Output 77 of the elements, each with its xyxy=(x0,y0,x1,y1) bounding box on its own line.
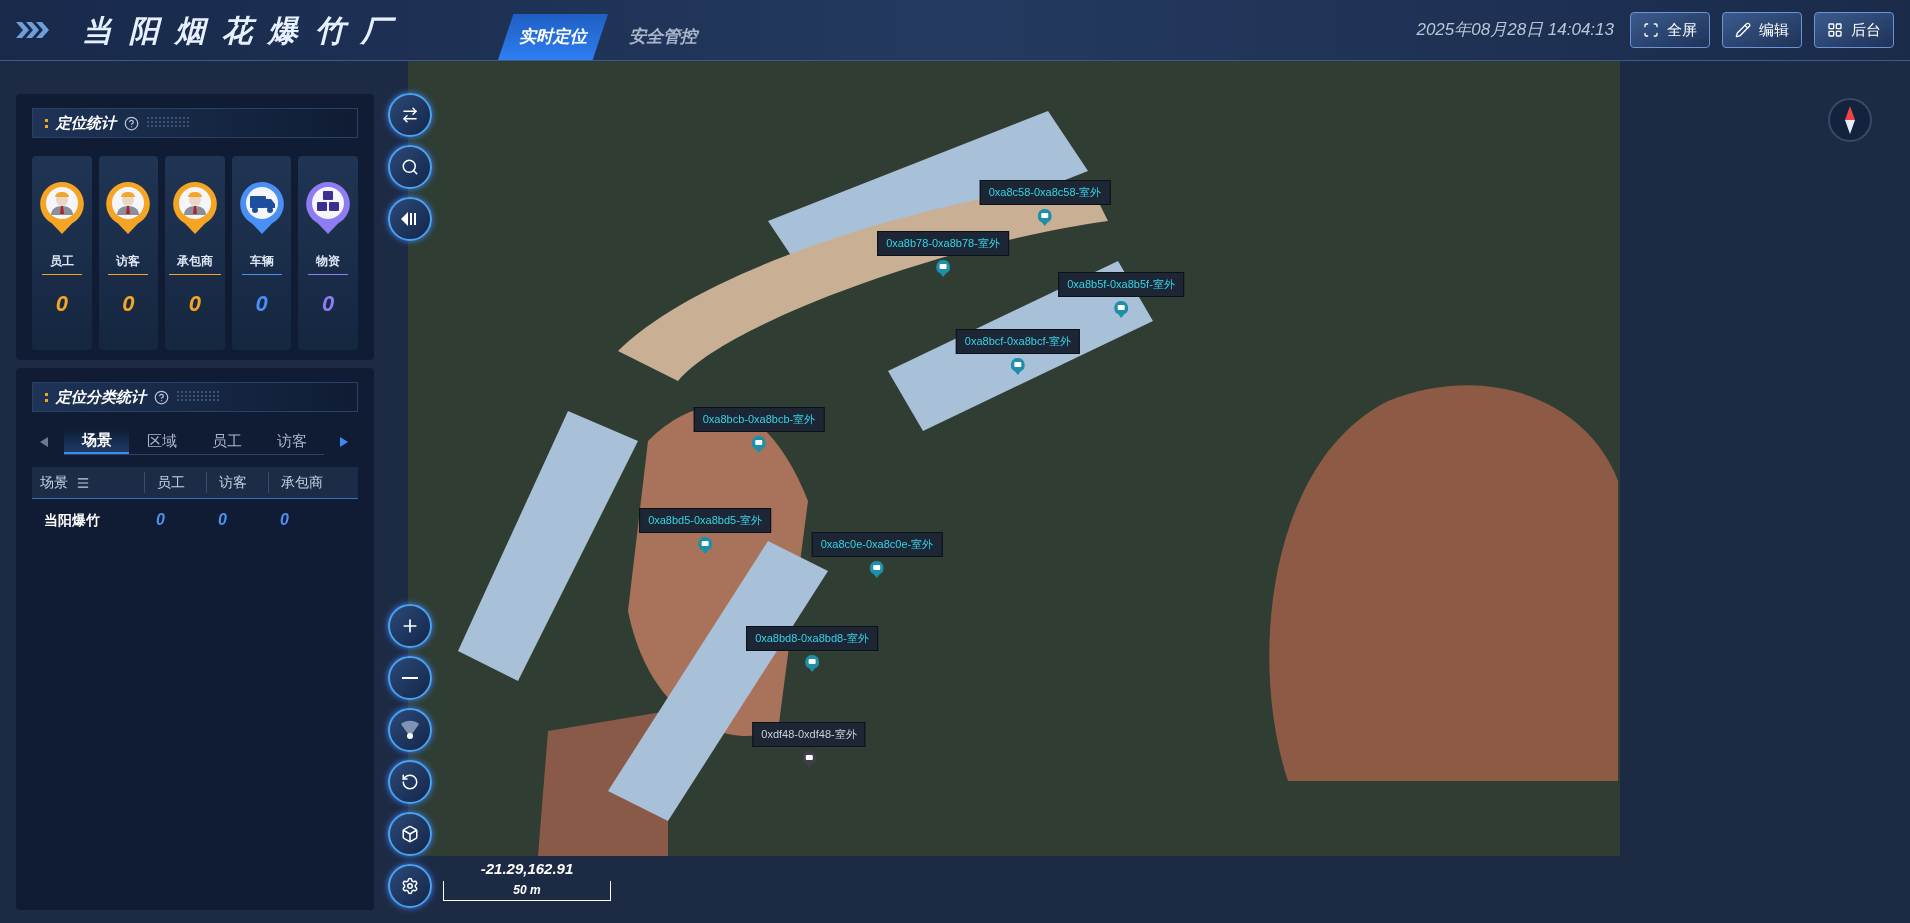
section-title: 定位统计 xyxy=(56,112,116,133)
nav-tab[interactable]: 实时定位 xyxy=(498,14,608,60)
rotate-button[interactable] xyxy=(388,760,432,804)
map-pin-icon[interactable] xyxy=(805,654,819,672)
tag-label: 0xa8bd8-0xa8bd8-室外 xyxy=(746,626,878,651)
category-tab[interactable]: 员工 xyxy=(194,428,259,454)
menu-icon[interactable] xyxy=(76,475,90,490)
help-icon[interactable] xyxy=(124,115,139,131)
map-pin-icon[interactable] xyxy=(870,560,884,578)
zoom-in-button[interactable] xyxy=(388,604,432,648)
dot-grid-icon xyxy=(177,391,221,403)
column-header: 访客 xyxy=(219,473,247,492)
header-button[interactable]: 编辑 xyxy=(1722,12,1802,48)
tag-label: 0xa8b5f-0xa8b5f-室外 xyxy=(1058,272,1184,297)
settings-icon xyxy=(401,877,419,895)
left-arrow-icon[interactable] xyxy=(40,436,48,447)
collapse-button[interactable] xyxy=(388,197,432,241)
nav-tab[interactable]: 安全管控 xyxy=(608,14,718,60)
category-tab[interactable]: 场景 xyxy=(64,428,129,454)
zoom-out-button[interactable] xyxy=(388,656,432,700)
swap-button[interactable] xyxy=(388,93,432,137)
tag-label: 0xa8c58-0xa8c58-室外 xyxy=(979,180,1111,205)
column-header: 场景 xyxy=(40,473,68,492)
map-pin-icon[interactable] xyxy=(802,750,816,768)
stat-label: 物资 xyxy=(308,252,349,275)
compass-icon xyxy=(1827,97,1873,143)
help-icon[interactable] xyxy=(154,389,169,405)
search-button[interactable] xyxy=(388,145,432,189)
3d-view-button[interactable] xyxy=(388,812,432,856)
table-cell: 0 xyxy=(218,511,227,528)
dot-grid-icon xyxy=(147,117,191,129)
cube-icon xyxy=(401,825,419,843)
column-header: 承包商 xyxy=(281,473,323,492)
chevrons-icon xyxy=(16,22,50,38)
signal-dot-icon xyxy=(399,720,421,740)
tag-label: 0xa8b78-0xa8b78-室外 xyxy=(877,231,1009,256)
dots-icon xyxy=(45,392,48,402)
search-icon xyxy=(401,158,419,176)
edit-icon xyxy=(1735,22,1751,38)
fullscreen-icon xyxy=(1643,22,1659,38)
stat-label: 车辆 xyxy=(241,252,282,275)
scale-bar: 50 m xyxy=(443,880,611,901)
stat-label: 访客 xyxy=(108,252,149,275)
tag-label: 0xa8bd5-0xa8bd5-室外 xyxy=(639,508,771,533)
collapse-icon xyxy=(401,211,419,227)
header-button[interactable]: 全屏 xyxy=(1630,12,1710,48)
stat-value: 0 xyxy=(122,290,135,318)
tag-label: 0xdf48-0xdf48-室外 xyxy=(752,722,866,747)
section-title: 定位分类统计 xyxy=(56,386,146,407)
category-tab[interactable]: 访客 xyxy=(259,428,324,454)
tag-label: 0xa8bcb-0xa8bcb-室外 xyxy=(693,407,825,432)
app-title: 当阳烟花爆竹厂 xyxy=(82,12,409,49)
locate-button[interactable] xyxy=(388,708,432,752)
header-button[interactable]: 后台 xyxy=(1814,12,1894,48)
table-cell: 0 xyxy=(280,511,289,528)
stat-label: 承包商 xyxy=(169,252,221,275)
grid-icon xyxy=(1827,22,1843,38)
stat-value: 0 xyxy=(188,290,202,318)
stat-value: 0 xyxy=(322,290,335,318)
coordinates-text: -21.29,162.91 xyxy=(480,859,574,879)
rotate-icon xyxy=(401,773,419,791)
map-pin-icon[interactable] xyxy=(936,259,950,277)
category-tab[interactable]: 区域 xyxy=(129,428,194,454)
stat-label: 员工 xyxy=(41,252,82,275)
right-arrow-icon[interactable] xyxy=(340,436,348,447)
settings-button[interactable] xyxy=(388,864,432,908)
column-header: 员工 xyxy=(157,473,185,492)
tag-label: 0xa8bcf-0xa8bcf-室外 xyxy=(955,329,1081,354)
table-cell: 0 xyxy=(156,511,165,528)
dots-icon xyxy=(45,118,48,128)
table-cell: 当阳爆竹 xyxy=(44,511,100,528)
datetime: 2025年08月28日 14:04:13 xyxy=(1416,19,1614,42)
swap-icon xyxy=(401,106,419,124)
minus-icon xyxy=(402,677,418,679)
stat-value: 0 xyxy=(55,290,68,318)
tag-label: 0xa8c0e-0xa8c0e-室外 xyxy=(811,532,943,557)
stat-value: 0 xyxy=(255,290,268,318)
